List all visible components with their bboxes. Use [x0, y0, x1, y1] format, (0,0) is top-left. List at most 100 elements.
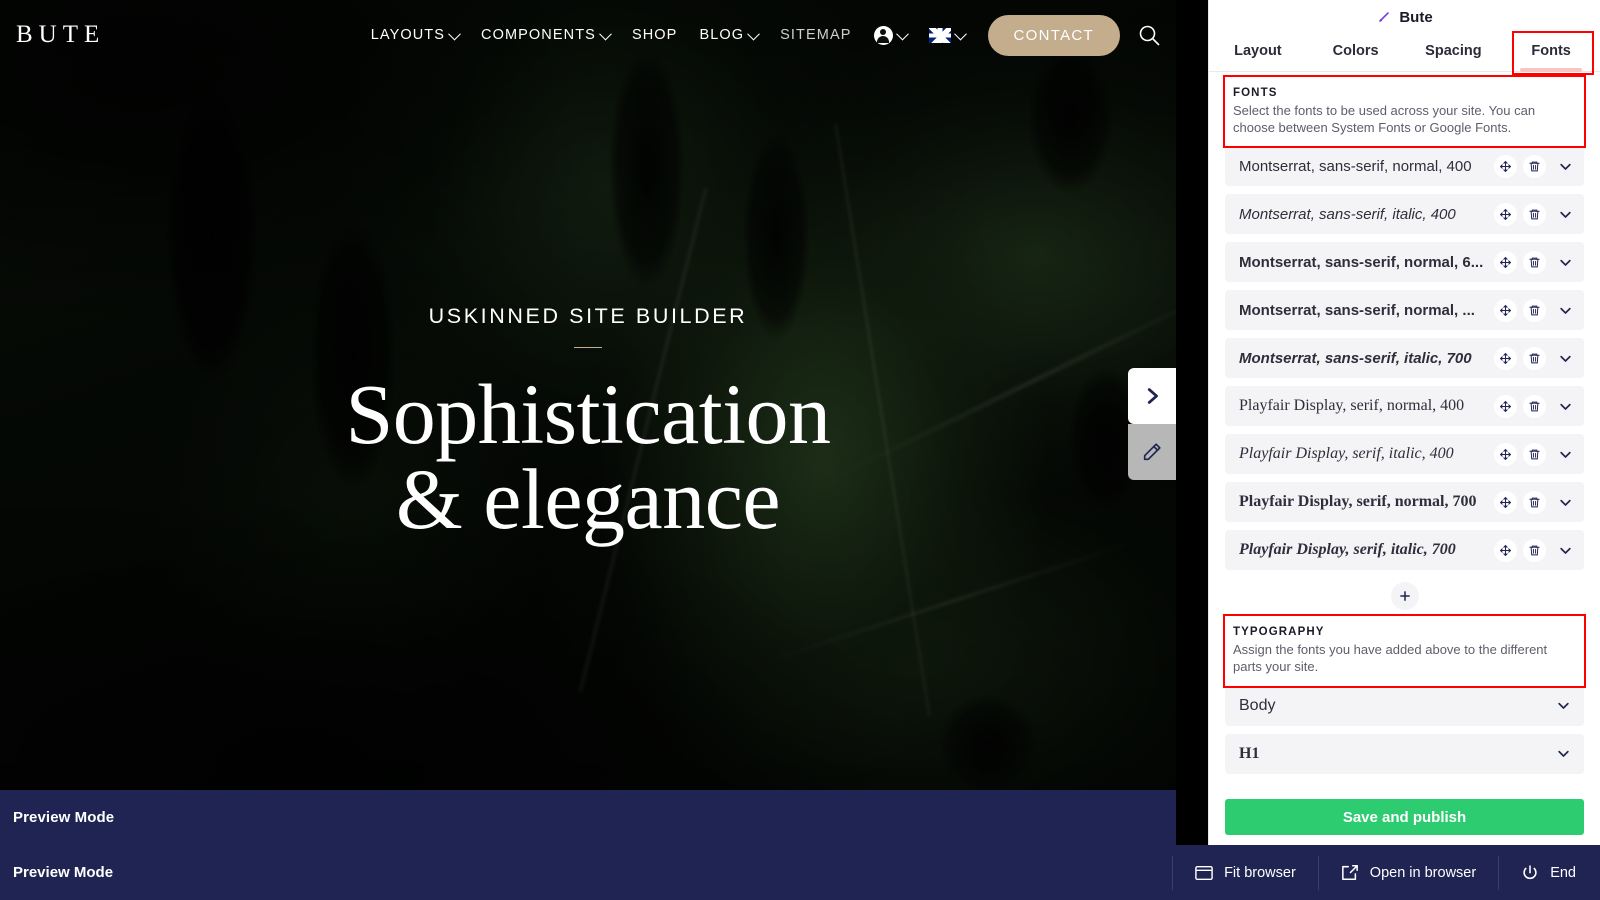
fonts-section-description: Select the fonts to be used across your … [1233, 103, 1536, 135]
fonts-section-header: FONTS Select the fonts to be used across… [1223, 74, 1586, 149]
font-list-item-label: Montserrat, sans-serif, italic, 700 [1239, 349, 1472, 367]
font-list-item-label: Montserrat, sans-serif, normal, ... [1239, 301, 1475, 319]
font-list-item-label: Playfair Display, serif, italic, 700 [1239, 541, 1456, 559]
nav-item-shop[interactable]: SHOP [621, 21, 689, 49]
open-in-browser-button[interactable]: Open in browser [1317, 855, 1498, 890]
trash-icon[interactable] [1523, 250, 1546, 274]
edge-tab-group [1128, 368, 1176, 480]
chevron-down-icon[interactable] [1552, 441, 1578, 467]
end-session-button[interactable]: End [1498, 855, 1600, 890]
chevron-down-icon [599, 27, 612, 40]
nav-item-layouts[interactable]: LAYOUTS [360, 21, 470, 49]
nav-label: COMPONENTS [481, 27, 596, 43]
typography-list-item-label: Body [1239, 696, 1276, 714]
panel-header: Bute [1209, 0, 1600, 30]
hero-divider [574, 346, 602, 349]
move-handle-icon[interactable] [1494, 442, 1517, 466]
trash-icon[interactable] [1523, 154, 1546, 178]
fit-browser-button[interactable]: Fit browser [1172, 855, 1318, 890]
chevron-down-icon[interactable] [1550, 693, 1576, 719]
font-list: Montserrat, sans-serif, normal, 400 Monts… [1225, 146, 1584, 571]
panel-footer: Save and publish [1209, 791, 1600, 845]
chevron-down-icon [953, 27, 967, 40]
panel-content: FONTS Select the fonts to be used across… [1209, 72, 1600, 791]
expand-panel-chevron[interactable] [1128, 368, 1176, 424]
move-handle-icon[interactable] [1494, 202, 1517, 226]
move-handle-icon[interactable] [1494, 490, 1517, 514]
chevron-down-icon[interactable] [1552, 201, 1578, 227]
move-handle-icon[interactable] [1494, 346, 1517, 370]
nav-label: LAYOUTS [370, 27, 446, 43]
search-icon[interactable] [1136, 22, 1162, 48]
uk-flag-icon [928, 27, 951, 43]
tab-fonts[interactable]: Fonts [1502, 30, 1600, 72]
typography-list: Body H1 [1225, 685, 1584, 774]
move-handle-icon[interactable] [1494, 298, 1517, 322]
end-label: End [1550, 864, 1576, 881]
nav-item-sitemap[interactable]: SITEMAP [769, 21, 862, 49]
trash-icon[interactable] [1523, 346, 1546, 370]
nav-item-components[interactable]: COMPONENTS [470, 21, 621, 49]
nav-item-language[interactable] [918, 22, 976, 49]
font-list-item[interactable]: Montserrat, sans-serif, normal, 400 [1225, 146, 1584, 187]
chevron-down-icon [448, 27, 461, 40]
tab-layout[interactable]: Layout [1209, 30, 1307, 71]
chevron-down-icon[interactable] [1550, 741, 1576, 767]
site-logo[interactable]: BUTE [16, 21, 105, 49]
tab-colors[interactable]: Colors [1307, 30, 1405, 71]
chevron-down-icon[interactable] [1552, 249, 1578, 275]
font-list-item[interactable]: Playfair Display, serif, italic, 700 [1225, 530, 1584, 571]
font-list-item[interactable]: Playfair Display, serif, normal, 700 [1225, 482, 1584, 523]
typography-list-item[interactable]: Body [1225, 685, 1584, 726]
font-list-item[interactable]: Montserrat, sans-serif, italic, 400 [1225, 194, 1584, 235]
tab-spacing[interactable]: Spacing [1405, 30, 1503, 71]
trash-icon[interactable] [1523, 202, 1546, 226]
bottom-toolbar: Preview Mode Fit browser Open in browser… [0, 845, 1600, 900]
trash-icon[interactable] [1523, 394, 1546, 418]
font-list-item-label: Montserrat, sans-serif, normal, 400 [1239, 157, 1472, 175]
account-circle-icon [873, 25, 893, 45]
move-handle-icon[interactable] [1494, 250, 1517, 274]
chevron-down-icon[interactable] [1552, 297, 1578, 323]
chevron-down-icon[interactable] [1552, 489, 1578, 515]
chevron-down-icon [895, 27, 909, 40]
chevron-down-icon[interactable] [1552, 345, 1578, 371]
hero-title-line-1: Sophistication [345, 366, 831, 463]
font-list-item-label: Playfair Display, serif, normal, 700 [1239, 493, 1477, 511]
preview-mode-label: Preview Mode [13, 809, 115, 826]
add-font-row [1225, 582, 1584, 611]
chevron-down-icon[interactable] [1552, 537, 1578, 563]
trash-icon[interactable] [1523, 298, 1546, 322]
font-list-item-label: Playfair Display, serif, italic, 400 [1239, 445, 1454, 463]
save-and-publish-button[interactable]: Save and publish [1225, 799, 1584, 835]
nav-item-account[interactable] [863, 20, 918, 51]
trash-icon[interactable] [1523, 442, 1546, 466]
font-list-item[interactable]: Montserrat, sans-serif, italic, 700 [1225, 338, 1584, 379]
move-handle-icon[interactable] [1494, 538, 1517, 562]
theme-editor-panel: Bute Layout Colors Spacing Fonts FONTS S… [1208, 0, 1600, 845]
font-list-item[interactable]: Playfair Display, serif, italic, 400 [1225, 434, 1584, 475]
contact-button[interactable]: CONTACT [987, 14, 1120, 56]
move-handle-icon[interactable] [1494, 394, 1517, 418]
font-list-item[interactable]: Playfair Display, serif, normal, 400 [1225, 386, 1584, 427]
hero-kicker: USKINNED SITE BUILDER [428, 303, 748, 328]
screen-root: BUTE LAYOUTS COMPONENTS SHOP BLOG SITEMA… [0, 0, 1600, 900]
typography-list-item-label: H1 [1239, 744, 1260, 762]
trash-icon[interactable] [1523, 538, 1546, 562]
font-list-item[interactable]: Montserrat, sans-serif, normal, 6... [1225, 242, 1584, 283]
typography-section-title: TYPOGRAPHY [1233, 626, 1325, 639]
edit-pencil-icon[interactable] [1128, 424, 1176, 480]
fit-browser-label: Fit browser [1224, 864, 1296, 881]
nav-label: BLOG [699, 27, 745, 43]
chevron-down-icon[interactable] [1552, 393, 1578, 419]
fonts-section-title: FONTS [1233, 87, 1278, 99]
power-icon [1521, 864, 1539, 882]
chevron-down-icon[interactable] [1552, 153, 1578, 179]
font-list-item-label: Montserrat, sans-serif, italic, 400 [1239, 205, 1456, 223]
typography-list-item[interactable]: H1 [1225, 733, 1584, 774]
add-font-button[interactable] [1390, 582, 1419, 611]
move-handle-icon[interactable] [1494, 154, 1517, 178]
nav-item-blog[interactable]: BLOG [688, 21, 769, 49]
trash-icon[interactable] [1523, 490, 1546, 514]
font-list-item[interactable]: Montserrat, sans-serif, normal, ... [1225, 290, 1584, 331]
